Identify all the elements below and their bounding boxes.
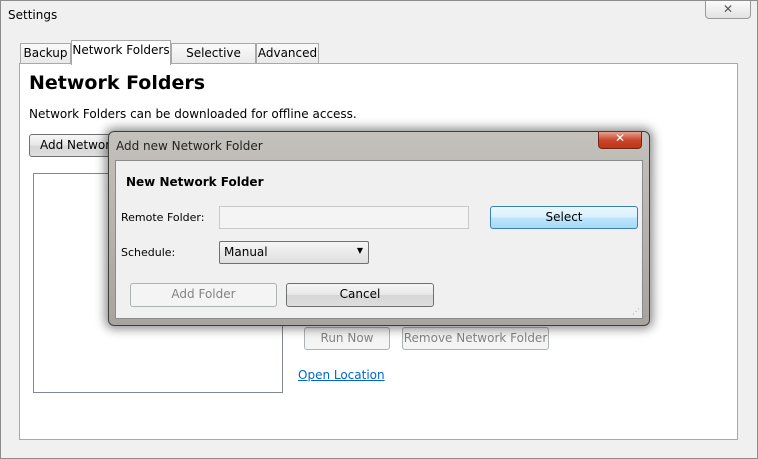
remote-folder-label: Remote Folder: bbox=[121, 211, 205, 224]
schedule-select[interactable]: Manual ▼ bbox=[219, 241, 369, 264]
window-close-button[interactable]: ✕ bbox=[705, 1, 751, 19]
dialog-body: New Network Folder Remote Folder: Select… bbox=[115, 160, 643, 319]
tab-label: Advanced bbox=[257, 46, 318, 60]
panel-description: Network Folders can be downloaded for of… bbox=[29, 107, 357, 121]
resize-grip-icon[interactable]: ⋰ bbox=[632, 307, 640, 316]
tab-label: Backup bbox=[23, 46, 68, 60]
close-icon: ✕ bbox=[614, 131, 626, 145]
window-title: Settings bbox=[8, 8, 58, 22]
open-location-link[interactable]: Open Location bbox=[298, 368, 385, 382]
titlebar: Settings ✕ bbox=[1, 1, 757, 29]
tab-backup[interactable]: Backup bbox=[20, 43, 71, 63]
tab-label: Network Folders bbox=[72, 43, 170, 57]
page-title: Network Folders bbox=[29, 72, 206, 94]
select-button[interactable]: Select bbox=[490, 206, 638, 229]
dialog-close-button[interactable]: ✕ bbox=[598, 131, 642, 149]
close-icon: ✕ bbox=[722, 2, 734, 16]
run-now-button[interactable]: Run Now bbox=[304, 327, 390, 350]
schedule-label: Schedule: bbox=[121, 246, 176, 259]
schedule-value: Manual bbox=[224, 245, 268, 259]
add-folder-button[interactable]: Add Folder bbox=[130, 283, 277, 307]
remote-folder-input[interactable] bbox=[219, 206, 469, 229]
chevron-down-icon: ▼ bbox=[356, 246, 363, 255]
dialog-title: Add new Network Folder bbox=[116, 139, 263, 153]
tab-advanced[interactable]: Advanced bbox=[256, 43, 319, 63]
tab-network-folders[interactable]: Network Folders bbox=[71, 40, 171, 65]
tab-selective-sync[interactable]: Selective Sync bbox=[171, 43, 256, 79]
cancel-button[interactable]: Cancel bbox=[286, 283, 434, 307]
remove-network-folder-button[interactable]: Remove Network Folder bbox=[402, 327, 549, 350]
add-network-folder-dialog: Add new Network Folder ✕ New Network Fol… bbox=[108, 131, 650, 326]
dialog-heading: New Network Folder bbox=[126, 175, 264, 189]
